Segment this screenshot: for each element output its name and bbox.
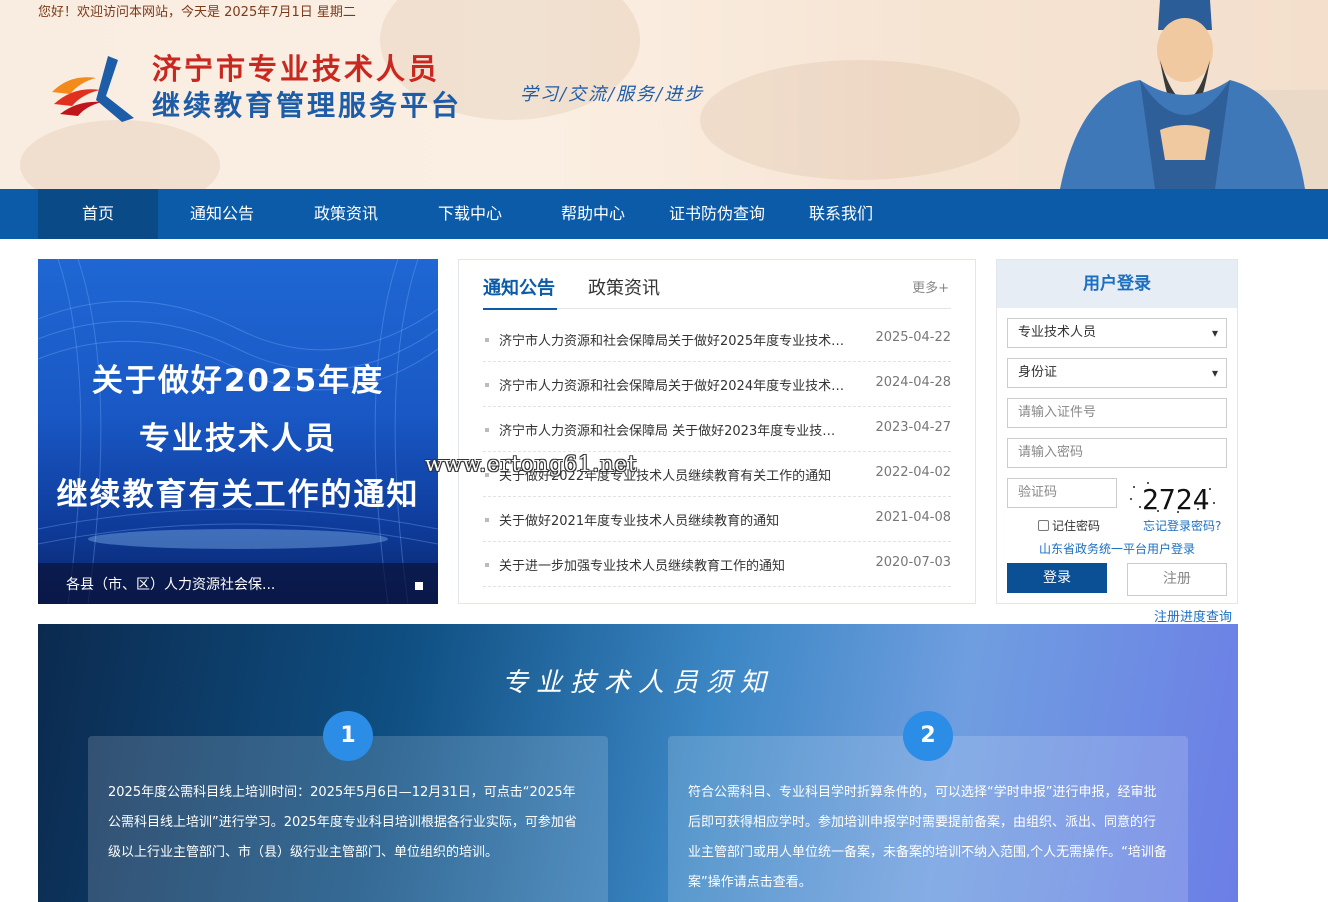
notice-section: 专业技术人员须知 2025年度公需科目线上培训时间：2025年5月6日—12月3…	[38, 624, 1238, 902]
captcha-code: 2724	[1142, 483, 1209, 515]
site-logo-icon	[52, 56, 134, 122]
news-panel: 通知公告 政策资讯 更多+ 济宁市人力资源和社会保障局关于做好2025年度专业技…	[458, 259, 976, 604]
banner-line-2: 专业技术人员	[139, 421, 337, 457]
nav-item-policy[interactable]: 政策资讯	[286, 189, 406, 239]
bullet-icon	[485, 563, 489, 567]
nav-item-notices[interactable]: 通知公告	[162, 189, 282, 239]
news-item-title[interactable]: 济宁市人力资源和社会保障局关于做好2024年度专业技术人员继续教育有关工作的通知	[499, 375, 851, 394]
site-header: 您好！欢迎访问本网站，今天是 2025年7月1日 星期二 济宁市专业技术人员 继…	[0, 0, 1328, 189]
site-slogan: 学习/交流/服务/进步	[520, 84, 705, 105]
bullet-icon	[485, 428, 489, 432]
watermark-text: www.ertong61.net	[425, 452, 638, 476]
nav-item-home[interactable]: 首页	[38, 189, 158, 239]
register-button[interactable]: 注册	[1127, 563, 1227, 596]
chevron-down-icon: ▾	[1211, 366, 1218, 380]
notice-card-text: 2025年度公需科目线上培训时间：2025年5月6日—12月31日，可点击“20…	[108, 785, 577, 860]
active-tab-underline	[483, 308, 557, 310]
news-item-date: 2021-04-08	[875, 510, 951, 525]
notice-card-text: 符合公需科目、专业科目学时折算条件的，可以选择“学时申报”进行申报，经审批后即可…	[688, 785, 1167, 890]
tab-policy[interactable]: 政策资讯	[588, 274, 660, 300]
news-item[interactable]: 关于进一步加强专业技术人员继续教育工作的通知 2020-07-03	[483, 542, 951, 587]
news-item-date: 2022-04-02	[875, 465, 951, 480]
id-type-select[interactable]: 身份证 ▾	[1007, 358, 1227, 388]
news-item-date: 2020-07-03	[875, 555, 951, 570]
notice-card-number: 2	[903, 711, 953, 761]
news-item[interactable]: 关于做好2021年度专业技术人员继续教育的通知 2021-04-08	[483, 497, 951, 542]
nav-item-certificate-check[interactable]: 证书防伪查询	[655, 189, 779, 239]
news-item-date: 2025-04-22	[875, 330, 951, 345]
id-type-value: 身份证	[1018, 365, 1058, 380]
welcome-text: 您好！欢迎访问本网站，今天是 2025年7月1日 星期二	[38, 5, 356, 20]
bullet-icon	[485, 383, 489, 387]
main-nav: 首页 通知公告 政策资讯 下载中心 帮助中心 证书防伪查询 联系我们	[0, 189, 1328, 239]
id-number-input[interactable]: 请输入证件号	[1007, 398, 1227, 428]
news-item[interactable]: 济宁市人力资源和社会保障局关于做好2025年度专业技术人员继续教育有关工作的通知…	[483, 317, 951, 362]
login-button[interactable]: 登录	[1007, 563, 1107, 593]
site-title: 济宁市专业技术人员	[152, 52, 441, 86]
news-item-title[interactable]: 关于进一步加强专业技术人员继续教育工作的通知	[499, 555, 851, 574]
captcha-input[interactable]: 验证码	[1007, 478, 1117, 508]
news-item-date: 2023-04-27	[875, 420, 951, 435]
banner-line-1: 关于做好2025年度	[91, 363, 385, 399]
news-item-date: 2024-04-28	[875, 375, 951, 390]
nav-item-help[interactable]: 帮助中心	[533, 189, 653, 239]
bullet-icon	[485, 518, 489, 522]
user-type-value: 专业技术人员	[1018, 325, 1097, 340]
nav-item-downloads[interactable]: 下载中心	[410, 189, 530, 239]
notice-section-title: 专业技术人员须知	[501, 668, 774, 698]
news-item-title[interactable]: 关于做好2021年度专业技术人员继续教育的通知	[499, 510, 851, 529]
login-heading: 用户登录	[997, 260, 1237, 308]
remember-label: 记住密码	[1052, 519, 1101, 533]
news-item[interactable]: 济宁市人力资源和社会保障局 关于做好2023年度专业技术人员继续教育有关工作的通…	[483, 407, 951, 452]
notice-card-number: 1	[323, 711, 373, 761]
news-item-title[interactable]: 济宁市人力资源和社会保障局关于做好2025年度专业技术人员继续教育有关工作的通知	[499, 330, 851, 349]
bullet-icon	[485, 338, 489, 342]
remember-password[interactable]: 记住密码	[1038, 517, 1100, 534]
password-input[interactable]: 请输入密码	[1007, 438, 1227, 468]
site-subtitle: 继续教育管理服务平台	[152, 89, 463, 122]
banner-caption-text[interactable]: 各县（市、区）人力资源社会保...	[66, 574, 275, 594]
user-type-select[interactable]: 专业技术人员 ▾	[1007, 318, 1227, 348]
slide-indicator-dot[interactable]	[415, 582, 423, 590]
captcha-image[interactable]: 2724	[1128, 479, 1218, 515]
remember-checkbox[interactable]	[1038, 520, 1049, 531]
tab-notices[interactable]: 通知公告	[483, 274, 555, 300]
gov-login-link[interactable]: 山东省政务统一平台用户登录	[1039, 540, 1195, 557]
banner-slideshow[interactable]: 关于做好2025年度 专业技术人员 继续教育有关工作的通知 各县（市、区）人力资…	[38, 259, 438, 604]
chevron-down-icon: ▾	[1211, 326, 1218, 340]
banner-caption: 各县（市、区）人力资源社会保...	[38, 563, 438, 604]
confucius-figure-icon	[1060, 0, 1328, 189]
more-link[interactable]: 更多+	[912, 277, 949, 296]
news-item-title[interactable]: 济宁市人力资源和社会保障局 关于做好2023年度专业技术人员继续教育有关工作的通…	[499, 420, 841, 439]
banner-line-3: 继续教育有关工作的通知	[56, 477, 420, 513]
register-progress-link[interactable]: 注册进度查询	[1154, 606, 1232, 625]
news-item[interactable]: 济宁市人力资源和社会保障局关于做好2024年度专业技术人员继续教育有关工作的通知…	[483, 362, 951, 407]
nav-item-contact[interactable]: 联系我们	[781, 189, 901, 239]
forgot-password-link[interactable]: 忘记登录密码?	[1143, 517, 1221, 534]
